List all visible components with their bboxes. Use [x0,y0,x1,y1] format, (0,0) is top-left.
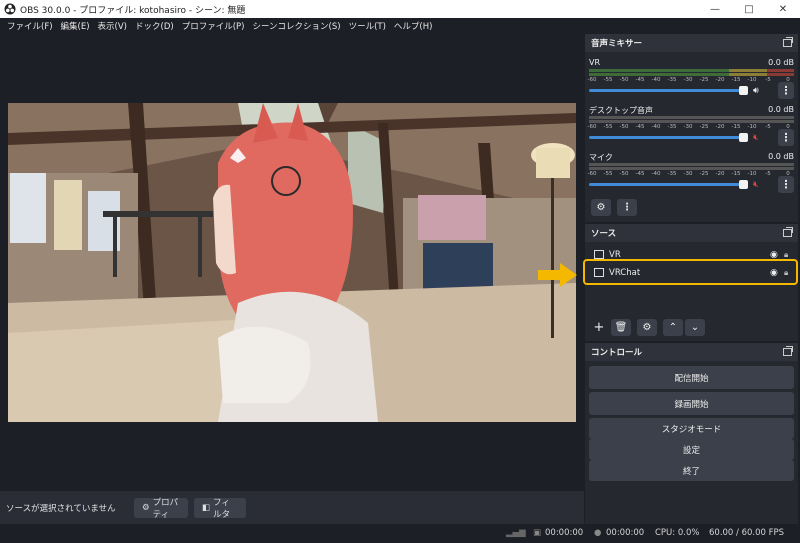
menu-profile[interactable]: プロファイル(P) [178,20,249,32]
record-icon: ● [594,528,602,538]
add-source-button[interactable]: + [589,319,609,336]
menu-bar: ファイル(F) 編集(E) 表示(V) ドック(D) プロファイル(P) シーン… [0,18,800,34]
no-source-label: ソースが選択されていません [6,503,116,514]
menu-tools[interactable]: ツール(T) [345,20,390,32]
level-meter [589,120,794,123]
network-bars-icon: ▂▄▆ [506,528,526,538]
studio-mode-button[interactable]: スタジオモード [589,418,794,439]
volume-slider[interactable] [589,183,747,186]
sources-header: ソース [585,224,798,242]
menu-view[interactable]: 表示(V) [94,20,131,32]
channel-db: 0.0 dB [768,152,794,161]
move-source-down-button[interactable]: ⌄ [685,319,705,336]
stream-icon: ▣ [533,528,542,538]
channel-menu-button[interactable]: ⋮ [778,129,794,146]
muted-speaker-icon[interactable]: 🔇︎ [753,132,767,144]
stream-time: 00:00:00 [545,528,584,538]
float-dock-icon[interactable] [783,37,793,47]
volume-slider-handle[interactable] [739,180,748,189]
float-dock-icon[interactable] [783,227,793,237]
chevron-up-icon: ⌃ [668,322,678,333]
channel-name: VR [589,58,601,67]
lock-icon[interactable]: 🔒︎ [784,250,798,260]
remove-source-button[interactable]: 🗑︎ [611,319,631,336]
kebab-icon: ⋮ [622,202,632,213]
audio-mixer-dock: 音声ミキサー VR 0.0 dB -60 -55 -50 -45 -40 -35 -30 -2… [585,34,798,222]
settings-button[interactable]: 設定 [589,439,794,460]
channel-name: デスクトップ音声 [589,106,653,115]
advanced-audio-settings-button[interactable]: ⚙ [591,199,611,216]
vr-scene-image [8,103,576,422]
window-title: OBS 30.0.0 - プロファイル: kotohasiro - シーン: 無… [20,5,246,16]
mixer-channel-mic: マイク 0.0 dB -60 -55 -50 -45 -40 -35 -30 -25 -20 -1… [587,152,794,196]
properties-button[interactable]: ⚙ プロパティ [134,497,188,520]
gears-icon: ⚙ [596,202,606,213]
level-meter [589,69,794,72]
mixer-channel-vr: VR 0.0 dB -60 -55 -50 -45 -40 -35 -30 -25 -20 -15… [587,58,794,102]
level-meter [589,163,794,166]
volume-slider[interactable] [589,89,747,92]
gear-icon: ⚙ [642,322,652,333]
mixer-menu-button[interactable]: ⋮ [617,199,637,216]
start-recording-button[interactable]: 録画開始 [589,392,794,415]
controls-header: コントロール [585,343,798,361]
speaker-icon[interactable]: 🔊︎ [753,85,767,97]
record-time: 00:00:00 [606,528,645,538]
meter-ticks: -60 -55 -50 -45 -40 -35 -30 -25 -20 -15 -10 -5 0 [587,77,790,83]
audio-mixer-header: 音声ミキサー [585,34,798,52]
visibility-eye-icon[interactable]: ◉ [770,250,784,260]
fps-readout: 60.00 / 60.00 FPS [709,528,785,538]
chevron-down-icon: ⌄ [690,322,700,333]
exit-button[interactable]: 終了 [589,460,794,481]
move-source-up-button[interactable]: ⌃ [663,319,683,336]
level-meter [589,116,794,119]
menu-dock[interactable]: ドック(D) [131,20,178,32]
trash-icon: 🗑︎ [614,322,628,333]
meter-ticks: -60 -55 -50 -45 -40 -35 -30 -25 -20 -15 -10 -5 0 [587,124,790,130]
muted-speaker-icon[interactable]: 🔇︎ [753,179,767,191]
status-bar: ▂▄▆ ▣ 00:00:00 ● 00:00:00 CPU: 0.0% 60.0… [0,524,800,543]
mixer-channel-desktop-audio: デスクトップ音声 0.0 dB -60 -55 -50 -45 -40 -35 -30 -25… [587,105,794,149]
channel-menu-button[interactable]: ⋮ [778,82,794,99]
start-streaming-button[interactable]: 配信開始 [589,366,794,389]
title-bar: OBS 30.0.0 - プロファイル: kotohasiro - シーン: 無… [0,0,800,18]
filters-button[interactable]: ◧ フィルタ [194,497,246,520]
window-capture-icon [594,250,604,259]
highlight-box [583,259,798,285]
preview-canvas[interactable] [8,103,576,422]
menu-scene-collection[interactable]: シーンコレクション(S) [248,20,344,32]
meter-ticks: -60 -55 -50 -45 -40 -35 -30 -25 -20 -15 -10 -5 0 [587,171,790,177]
gear-icon: ⚙ [142,502,150,513]
sources-title: ソース [591,229,617,239]
level-meter [589,167,794,170]
channel-name: マイク [589,153,613,162]
level-meter [589,73,794,76]
source-properties-button[interactable]: ⚙ [637,319,657,336]
channel-db: 0.0 dB [768,58,794,67]
controls-title: コントロール [591,348,643,358]
volume-slider[interactable] [589,136,747,139]
audio-mixer-title: 音声ミキサー [591,39,643,49]
filters-label: フィルタ [213,497,231,520]
minimize-button[interactable]: — [698,0,732,18]
menu-edit[interactable]: 編集(E) [57,20,94,32]
menu-help[interactable]: ヘルプ(H) [390,20,437,32]
pointer-arrow-icon [538,263,577,287]
maximize-button[interactable]: □ [732,0,766,18]
filter-icon: ◧ [202,502,211,513]
plus-icon: + [593,320,605,335]
volume-slider-handle[interactable] [739,133,748,142]
obs-logo-icon [4,3,16,15]
channel-db: 0.0 dB [768,105,794,114]
cpu-usage: CPU: 0.0% [655,528,700,538]
context-bar: ソースが選択されていません ⚙ プロパティ ◧ フィルタ [0,491,584,524]
float-dock-icon[interactable] [783,346,793,356]
menu-file[interactable]: ファイル(F) [3,20,57,32]
source-label: VR [609,249,621,260]
close-button[interactable]: ✕ [766,0,800,18]
volume-slider-handle[interactable] [739,86,748,95]
properties-label: プロパティ [152,497,179,520]
channel-menu-button[interactable]: ⋮ [778,176,794,193]
